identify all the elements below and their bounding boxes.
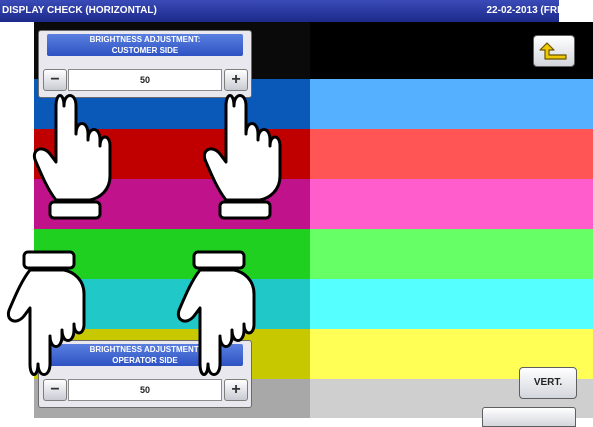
pointing-hand-icon xyxy=(176,250,256,376)
hand-illustrations xyxy=(6,94,282,376)
pointing-hand-icon xyxy=(6,250,86,376)
pointing-hand-icon xyxy=(202,94,282,220)
pointing-hand-icon xyxy=(32,94,112,220)
